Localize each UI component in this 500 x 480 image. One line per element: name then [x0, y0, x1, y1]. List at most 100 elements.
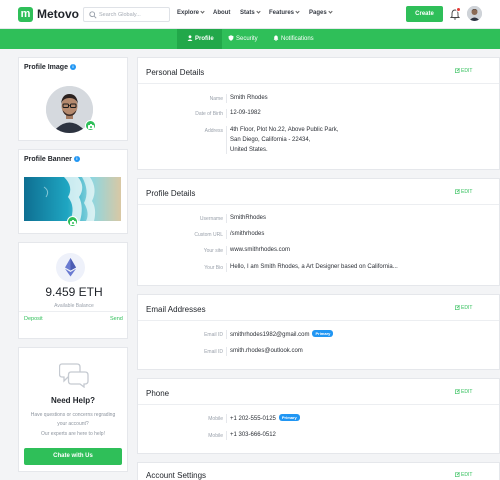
- field-value: 12-09-1982: [230, 110, 261, 116]
- search-box[interactable]: [83, 7, 170, 22]
- nav-pages-label: Pages: [309, 10, 327, 16]
- field-label: Name: [209, 96, 223, 102]
- info-icon[interactable]: i: [69, 64, 76, 70]
- chevron-down-icon: [200, 9, 205, 14]
- change-photo-button[interactable]: [85, 120, 96, 131]
- nav-stats[interactable]: Stats: [240, 9, 261, 16]
- field-label: Email ID: [204, 332, 223, 338]
- profile-banner-card: Profile Banner i: [18, 149, 128, 234]
- logo-icon[interactable]: m: [18, 7, 33, 22]
- phone-secondary: +1 303-666-0512: [230, 432, 276, 438]
- field-label: Username: [199, 216, 223, 222]
- nav-about[interactable]: About: [213, 10, 230, 16]
- edit-button[interactable]: EDIT: [455, 68, 472, 74]
- divider: [226, 347, 227, 356]
- edit-icon: [455, 305, 460, 310]
- profile-image-title: Profile Image: [24, 64, 68, 71]
- field-label: Email ID: [204, 349, 223, 355]
- profile-image-heading: Profile Image i: [24, 64, 76, 71]
- phone-primary: +1 202-555-0125 Primary: [230, 414, 300, 424]
- divider: [226, 94, 227, 103]
- tab-security[interactable]: Security: [228, 35, 258, 42]
- tab-profile[interactable]: Profile: [187, 35, 214, 42]
- wallet-balance: 9.459 ETH: [45, 285, 103, 299]
- help-title: Need Help?: [50, 396, 95, 405]
- chat-bubbles-icon: [59, 363, 89, 388]
- profile-image-card: Profile Image i: [18, 57, 128, 141]
- shield-icon: [228, 35, 234, 41]
- nav-features[interactable]: Features: [269, 9, 300, 16]
- brand-name[interactable]: Metovo: [37, 7, 79, 21]
- tab-profile-label: Profile: [195, 36, 214, 42]
- nav-pages[interactable]: Pages: [309, 9, 333, 16]
- banner-image: [24, 177, 121, 221]
- profile-details-card: Profile Details EDIT Username SmithRhode…: [137, 178, 500, 286]
- section-title: Personal Details: [146, 68, 205, 77]
- nav-explore[interactable]: Explore: [177, 9, 205, 16]
- notification-badge: [456, 7, 461, 12]
- help-text-line: your account?: [57, 421, 89, 427]
- profile-banner-heading: Profile Banner i: [24, 156, 80, 163]
- profile-tabs-bar: Profile Security Notifications: [0, 29, 500, 49]
- field-label: Address: [204, 128, 223, 134]
- nav-about-label: About: [213, 10, 231, 16]
- edit-icon: [455, 68, 460, 73]
- search-input[interactable]: [99, 10, 167, 20]
- change-banner-button[interactable]: [67, 216, 78, 227]
- divider: [226, 431, 227, 440]
- tab-notifications-label: Notifications: [281, 36, 314, 42]
- divider: [226, 414, 227, 423]
- divider: [138, 204, 499, 205]
- email-secondary: smith.rhodes@outlook.com: [230, 348, 303, 354]
- field-value: Hello, I am Smith Rhodes, a Art Designer…: [230, 264, 398, 270]
- tab-notifications[interactable]: Notifications: [273, 35, 314, 42]
- edit-label: EDIT: [461, 472, 473, 478]
- divider: [226, 214, 227, 223]
- field-label: Your Bio: [204, 265, 223, 271]
- avatar[interactable]: [467, 6, 482, 21]
- send-link[interactable]: Send: [110, 316, 123, 322]
- edit-button[interactable]: EDIT: [455, 189, 472, 195]
- nav-features-label: Features: [269, 10, 295, 16]
- edit-label: EDIT: [461, 389, 473, 395]
- edit-label: EDIT: [461, 305, 473, 311]
- profile-banner-title: Profile Banner: [24, 156, 72, 163]
- info-icon[interactable]: i: [73, 156, 80, 162]
- top-navbar: m Metovo Explore About Stats Features Pa…: [0, 0, 500, 29]
- field-label: Your site: [203, 248, 223, 254]
- field-value: Smith Rhodes: [230, 95, 268, 101]
- field-label: Mobile: [208, 433, 223, 439]
- section-title: Email Addresses: [146, 305, 206, 314]
- chat-button[interactable]: Chate with Us: [24, 448, 122, 465]
- nav-explore-label: Explore: [177, 10, 200, 16]
- email-primary: smithrhodes1982@gmail.com Primary: [230, 330, 334, 340]
- divider: [138, 404, 499, 405]
- edit-button[interactable]: EDIT: [455, 472, 472, 478]
- help-text-line: Our experts are here to help!: [41, 431, 105, 437]
- divider: [19, 311, 127, 312]
- camera-icon: [70, 219, 76, 225]
- edit-icon: [455, 472, 460, 477]
- field-label: Date of Birth: [195, 111, 223, 117]
- divider: [226, 109, 227, 118]
- field-value: SmithRhodes: [230, 215, 267, 221]
- email-addresses-card: Email Addresses EDIT Email ID smithrhode…: [137, 294, 500, 370]
- phone-card: Phone EDIT Mobile +1 202-555-0125 Primary…: [137, 378, 500, 454]
- edit-button[interactable]: EDIT: [455, 389, 472, 395]
- edit-button[interactable]: EDIT: [455, 305, 472, 311]
- section-title: Profile Details: [146, 189, 196, 198]
- primary-badge: Primary: [312, 330, 334, 337]
- personal-details-card: Personal Details EDIT Name Smith Rhodes …: [137, 57, 500, 170]
- user-icon: [187, 35, 193, 41]
- chevron-down-icon: [256, 9, 261, 14]
- divider: [138, 320, 499, 321]
- deposit-link[interactable]: Deposit: [24, 316, 43, 322]
- create-button[interactable]: Create: [406, 6, 443, 22]
- field-value: www.smithrhodes.com: [230, 247, 291, 253]
- chevron-down-icon: [295, 9, 300, 14]
- divider: [226, 126, 227, 154]
- field-label: Custom URL: [194, 232, 223, 238]
- field-value: /smithrhodes: [230, 231, 265, 237]
- divider: [226, 230, 227, 239]
- divider: [226, 263, 227, 272]
